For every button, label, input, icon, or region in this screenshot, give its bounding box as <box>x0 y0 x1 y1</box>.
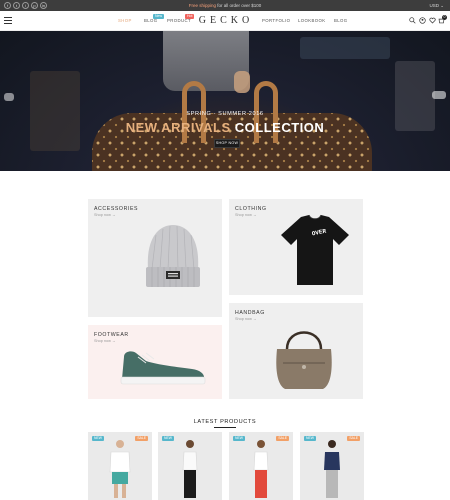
nav-blog-secondary[interactable]: BLOG <box>334 18 348 23</box>
sale-badge: SALE <box>135 436 148 441</box>
product-card[interactable]: NEW SALE <box>88 432 152 500</box>
category-title: HANDBAG <box>235 310 265 316</box>
category-shop-link[interactable]: Shop now → <box>94 339 116 343</box>
nav-portfolio[interactable]: PORTFOLIO <box>262 18 290 23</box>
sneaker-image <box>120 351 206 385</box>
new-badge: NEW <box>162 436 174 441</box>
nav-shop[interactable]: SHOP <box>118 18 132 23</box>
currency-selector[interactable]: USD ⌄ <box>429 2 444 9</box>
sale-badge: SALE <box>347 436 360 441</box>
top-bar: f t i p in Free shipping for all order o… <box>0 0 450 11</box>
promo-highlight: Free shipping <box>188 3 216 8</box>
title-underline <box>214 427 236 428</box>
category-clothing[interactable]: CLOTHING Shop now → OVER <box>229 199 363 295</box>
main-header: SHOP BLOG New PRODUCT Hot GECKO PORTFOLI… <box>0 11 450 31</box>
promo-message: Free shipping for all order over $100 <box>0 2 450 9</box>
latest-products-title: LATEST PRODUCTS <box>193 419 257 425</box>
product-card[interactable]: NEW SALE <box>300 432 364 500</box>
promo-text: for all order over $100 <box>216 3 262 8</box>
category-accessories[interactable]: ACCESSORIES Shop now → <box>88 199 222 317</box>
handbag-image <box>276 331 332 389</box>
category-title: FOOTWEAR <box>94 332 129 338</box>
menu-icon[interactable] <box>4 17 12 24</box>
new-badge: NEW <box>92 436 104 441</box>
category-shop-link[interactable]: Shop now → <box>235 317 257 321</box>
shop-now-button[interactable]: SHOP NOW <box>214 139 240 148</box>
tshirt-image <box>281 214 349 285</box>
account-icon[interactable] <box>419 17 426 24</box>
wishlist-icon[interactable] <box>429 17 436 24</box>
product-image <box>324 440 340 498</box>
category-shop-link[interactable]: Shop now → <box>94 213 116 217</box>
hero-subtitle: SPRING - SUMMER 2016 <box>186 111 264 117</box>
hero-title: NEW ARRIVALS COLLECTION <box>0 120 450 135</box>
search-icon[interactable] <box>409 17 416 24</box>
product-image <box>109 440 131 498</box>
product-image <box>253 440 269 498</box>
hero-title-accent: NEW ARRIVALS <box>125 120 231 135</box>
product-card[interactable]: NEW SALE <box>229 432 293 500</box>
category-handbag[interactable]: HANDBAG Shop now → <box>229 303 363 399</box>
bokeh-light <box>4 93 14 101</box>
cart-count-badge: 0 <box>442 15 447 20</box>
site-logo[interactable]: GECKO <box>198 15 254 26</box>
beanie-image <box>146 225 200 287</box>
sale-badge: SALE <box>276 436 289 441</box>
category-shop-link[interactable]: Shop now → <box>235 213 257 217</box>
bokeh-light <box>300 37 390 59</box>
new-badge: New <box>153 14 165 19</box>
product-image <box>182 440 198 498</box>
category-title: ACCESSORIES <box>94 206 139 212</box>
new-badge: NEW <box>304 436 316 441</box>
bokeh-light <box>432 91 446 99</box>
category-footwear[interactable]: FOOTWEAR Shop now → <box>88 325 222 399</box>
model-hand <box>234 71 250 93</box>
hero-title-rest: COLLECTION <box>230 120 325 135</box>
nav-lookbook[interactable]: LOOKBOOK <box>298 18 326 23</box>
new-badge: NEW <box>233 436 245 441</box>
category-title: CLOTHING <box>235 206 267 212</box>
hero-banner: SPRING - SUMMER 2016 NEW ARRIVALS COLLEC… <box>0 31 450 171</box>
hot-badge: Hot <box>185 14 195 19</box>
product-card[interactable]: NEW <box>158 432 222 500</box>
